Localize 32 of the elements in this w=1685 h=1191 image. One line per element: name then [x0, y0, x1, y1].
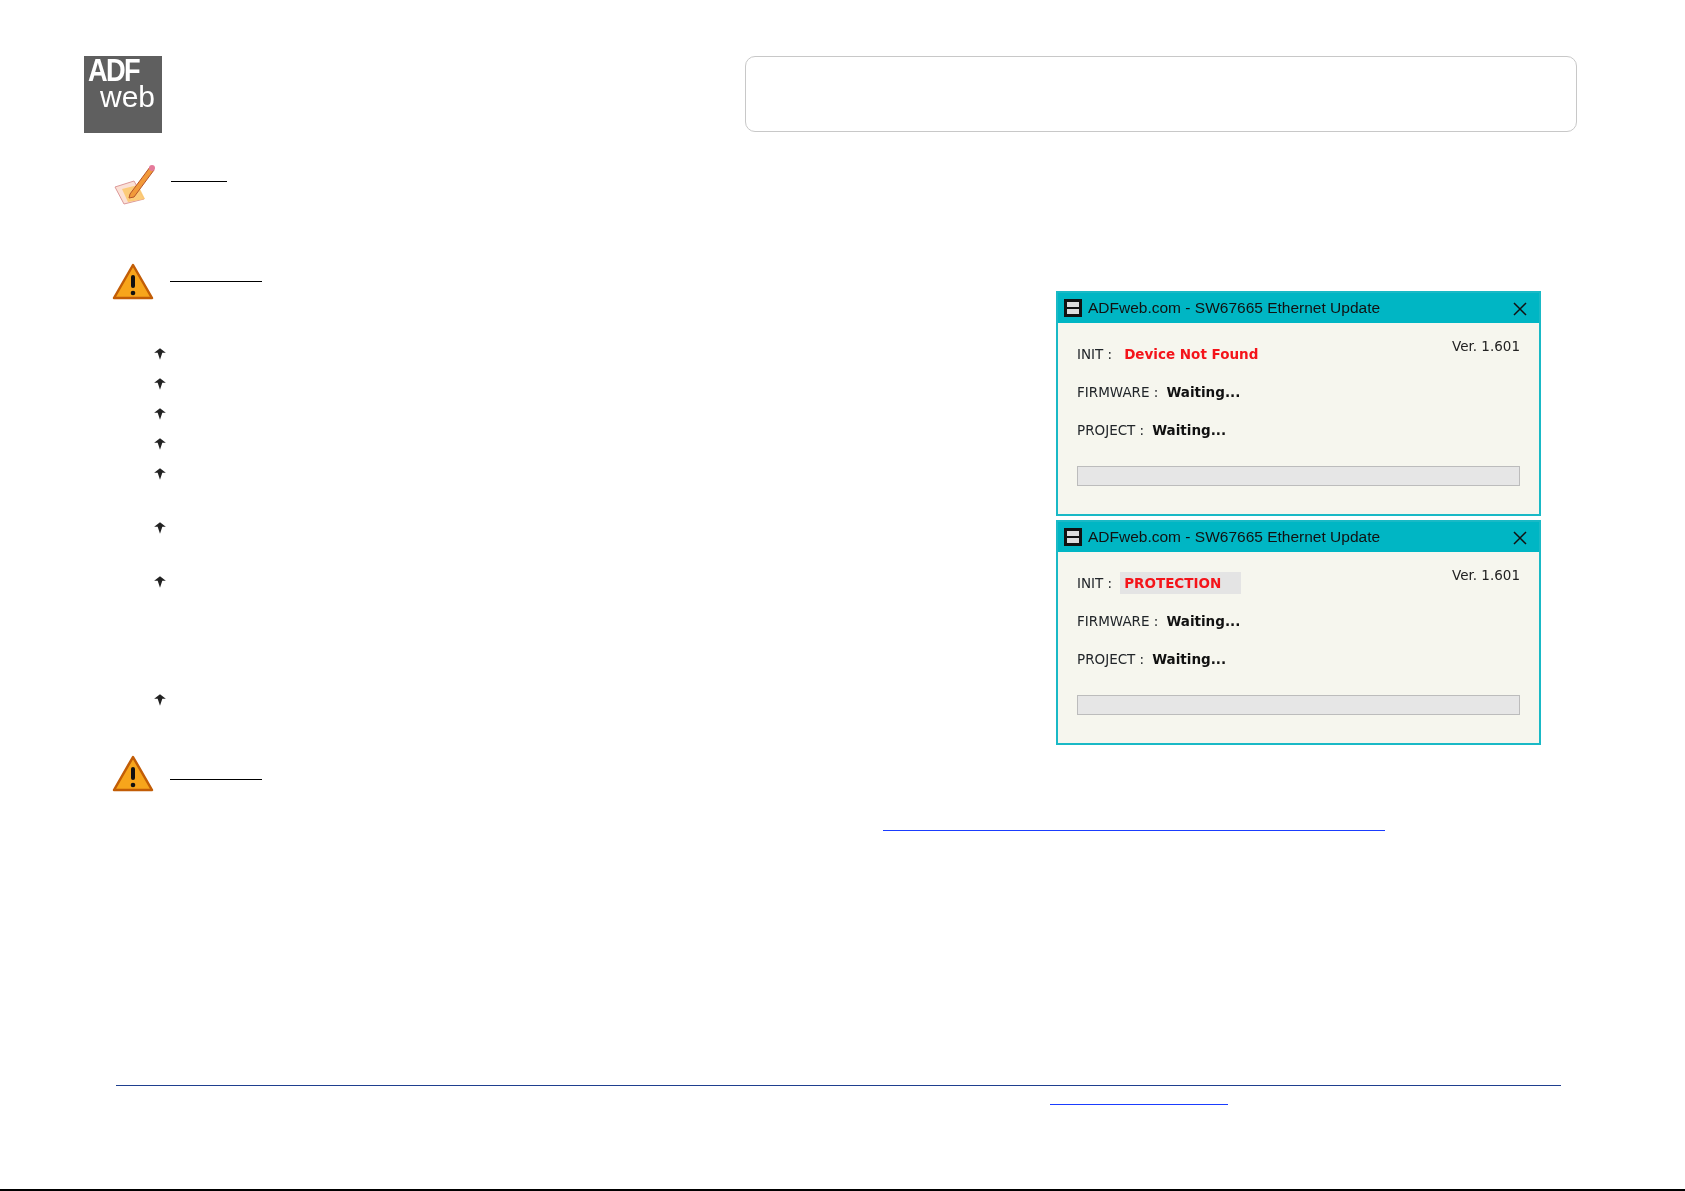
app-icon: [1064, 299, 1082, 317]
app-icon: [1064, 528, 1082, 546]
bullet-icon: [153, 376, 167, 391]
company-logo: ADF web: [84, 56, 162, 133]
warning-icon: [112, 755, 154, 793]
version-label: Ver. 1.601: [1451, 337, 1520, 356]
init-status: Device Not Found: [1123, 344, 1260, 364]
bullet-icon: [153, 436, 167, 451]
close-icon: [1513, 530, 1527, 545]
bullet-icon: [153, 692, 167, 707]
bullet-icon: [153, 520, 167, 535]
window-title: ADFweb.com - SW67665 Ethernet Update: [1088, 527, 1382, 548]
project-status: Waiting...: [1152, 420, 1227, 440]
bullet-icon: [153, 406, 167, 421]
project-status: Waiting...: [1152, 649, 1227, 669]
project-label: PROJECT :: [1077, 649, 1145, 669]
firmware-label: FIRMWARE :: [1077, 382, 1159, 402]
firmware-label: FIRMWARE :: [1077, 611, 1159, 631]
bullet-icon: [153, 346, 167, 361]
warning-icon: [112, 263, 154, 301]
close-icon: [1513, 301, 1527, 316]
firmware-status: Waiting...: [1166, 611, 1241, 631]
init-status: PROTECTION: [1120, 571, 1242, 595]
note-pencil-icon: [112, 163, 157, 205]
init-label: INIT :: [1077, 573, 1113, 593]
firmware-status: Waiting...: [1166, 382, 1241, 402]
window-title: ADFweb.com - SW67665 Ethernet Update: [1088, 298, 1382, 319]
init-label: INIT :: [1077, 344, 1113, 364]
project-label: PROJECT :: [1077, 420, 1145, 440]
version-label: Ver. 1.601: [1451, 566, 1520, 585]
bullet-icon: [153, 466, 167, 481]
bullet-icon: [153, 574, 167, 589]
